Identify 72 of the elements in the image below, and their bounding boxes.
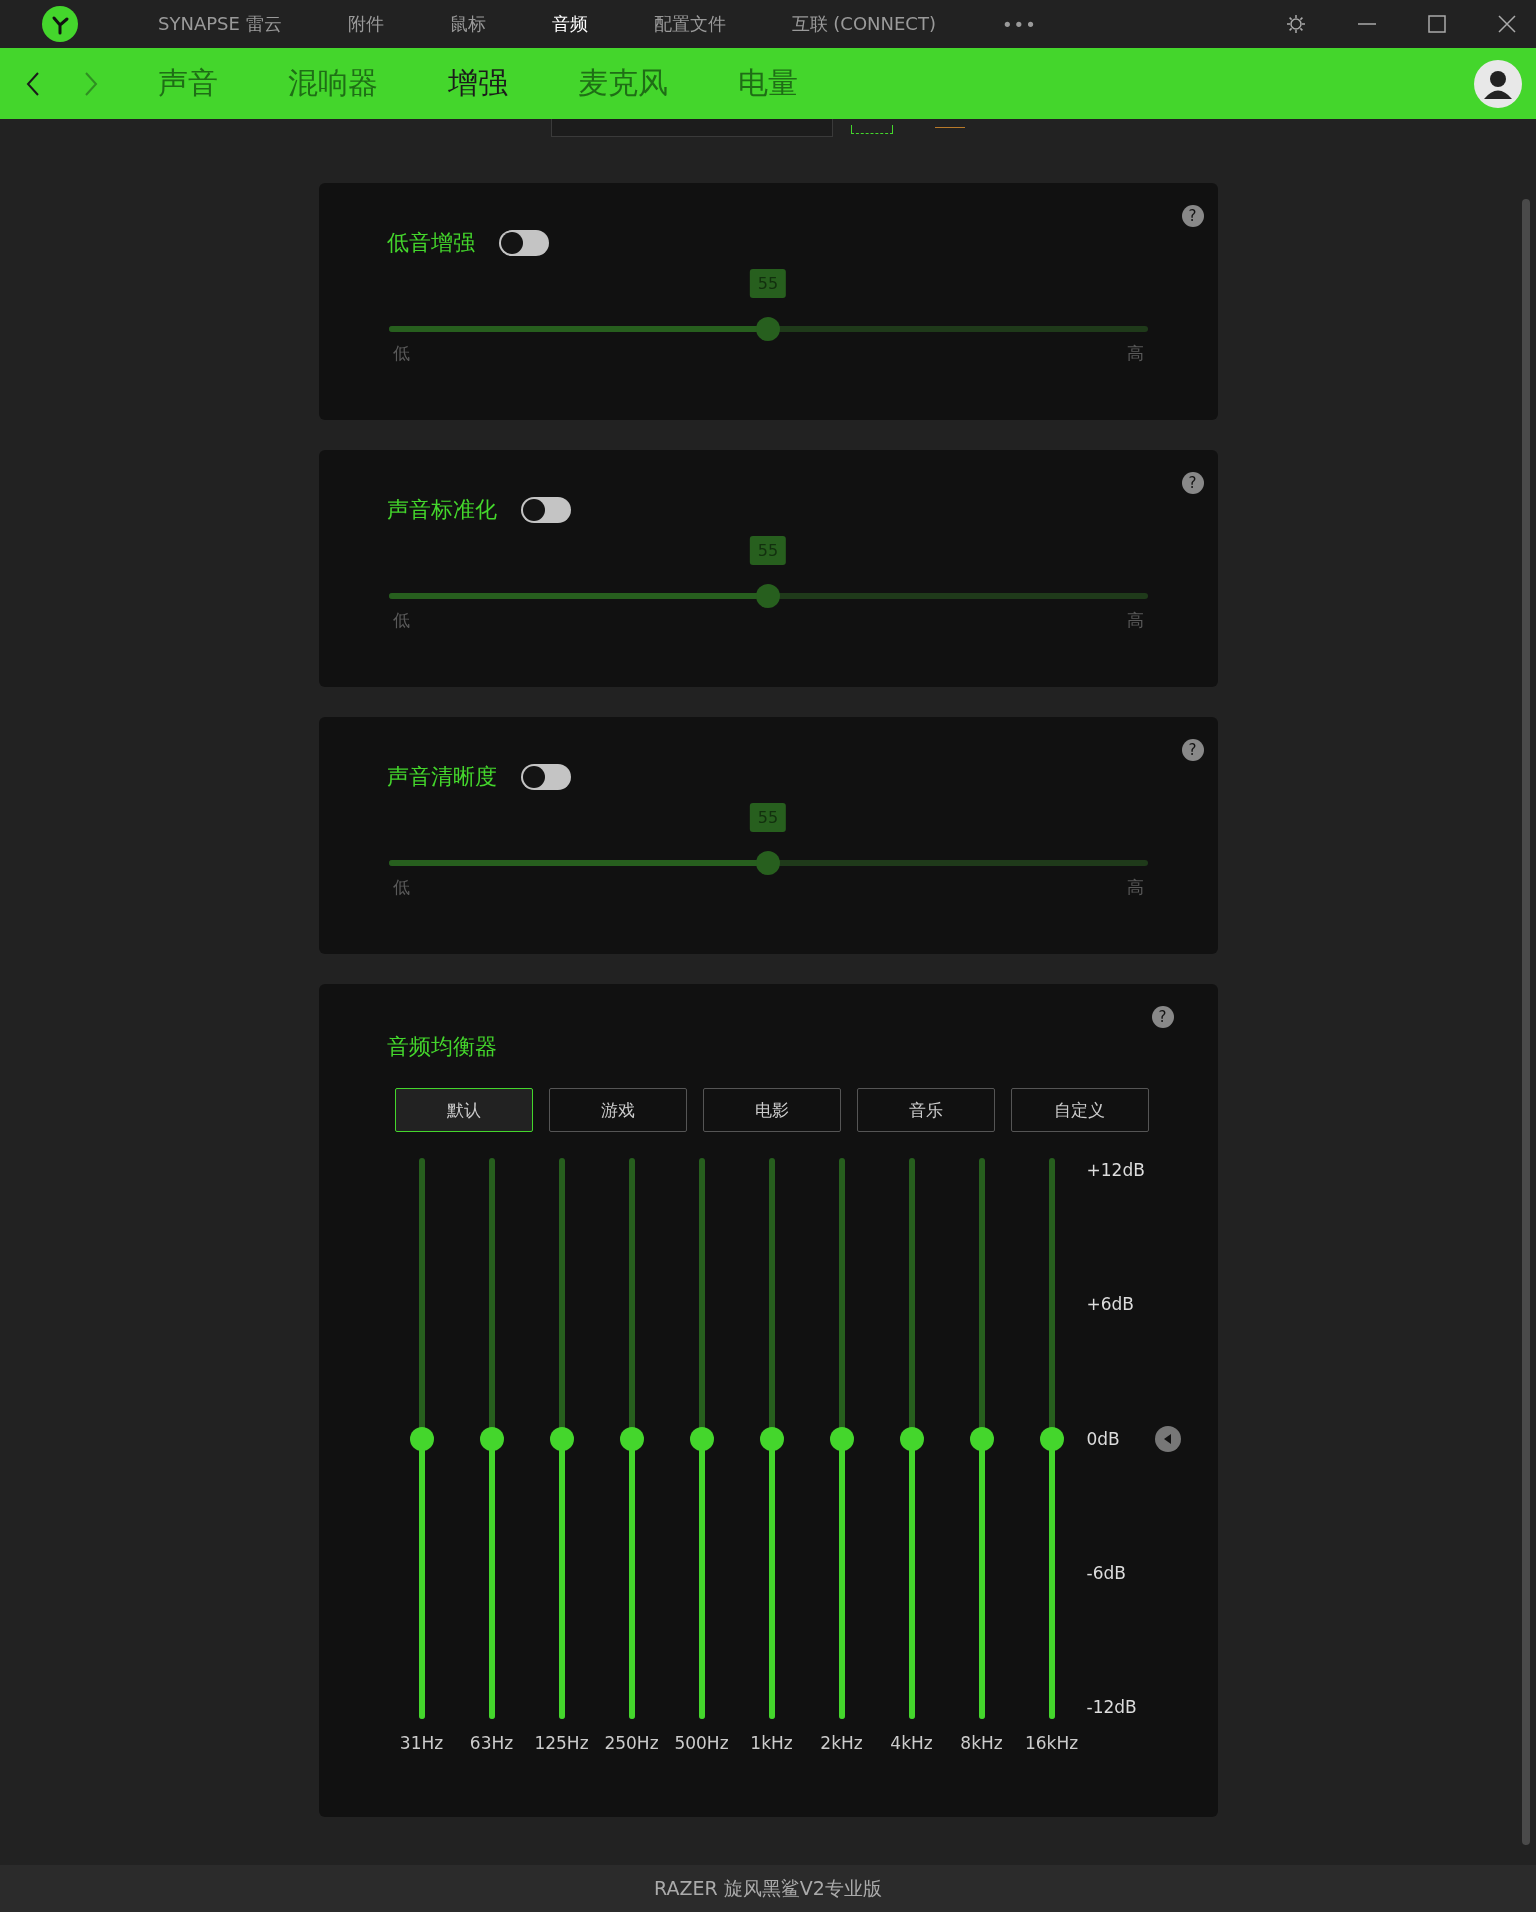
more-menu[interactable]: ••• xyxy=(1001,13,1037,35)
preset-button[interactable]: 游戏 xyxy=(548,1088,687,1132)
band-slider-thumb[interactable] xyxy=(899,1426,924,1451)
high-label: 高 xyxy=(1126,342,1144,365)
frequency-label: 2kHz xyxy=(820,1733,863,1753)
low-label: 低 xyxy=(392,609,410,632)
menu-item[interactable]: SYNAPSE 雷云 xyxy=(158,12,282,36)
scrollbar[interactable] xyxy=(1522,199,1530,1845)
setting-title: 声音标准化 xyxy=(386,496,497,524)
nav-tab[interactable]: 增强 xyxy=(448,63,508,104)
maximize-icon[interactable] xyxy=(1428,15,1446,33)
nav-tab[interactable]: 混响器 xyxy=(288,63,378,104)
help-icon[interactable]: ? xyxy=(1181,205,1204,227)
preset-button[interactable]: 音乐 xyxy=(856,1088,995,1132)
band-slider-thumb[interactable] xyxy=(759,1426,784,1451)
band-slider-thumb[interactable] xyxy=(1039,1426,1064,1451)
toggle-switch[interactable] xyxy=(520,497,571,523)
db-label: -6dB xyxy=(1086,1562,1127,1583)
brightness-icon[interactable] xyxy=(1286,14,1306,34)
underline-mark xyxy=(935,127,965,128)
slider-thumb[interactable] xyxy=(756,584,780,608)
logo-icon xyxy=(42,6,78,42)
band-slider-thumb[interactable] xyxy=(829,1426,854,1451)
preset-button[interactable]: 自定义 xyxy=(1010,1088,1149,1132)
nav-tab[interactable]: 声音 xyxy=(158,63,218,104)
high-label: 高 xyxy=(1126,876,1144,899)
help-icon[interactable]: ? xyxy=(1181,472,1204,494)
slider-thumb[interactable] xyxy=(756,851,780,875)
frequency-label: 125Hz xyxy=(534,1733,589,1753)
nav-tab[interactable]: 麦克风 xyxy=(578,63,668,104)
menu-item[interactable]: 鼠标 xyxy=(449,12,486,36)
band-slider-thumb[interactable] xyxy=(479,1426,504,1451)
menu-item[interactable]: 配置文件 xyxy=(653,12,726,36)
preset-button[interactable]: 默认 xyxy=(394,1088,533,1132)
menu-item[interactable]: 互联 (CONNECT) xyxy=(791,12,936,36)
frequency-label: 16kHz xyxy=(1024,1733,1079,1753)
low-label: 低 xyxy=(392,342,410,365)
low-label: 低 xyxy=(392,876,410,899)
slider-thumb[interactable] xyxy=(756,317,780,341)
menu-item[interactable]: 附件 xyxy=(347,12,384,36)
frequency-label: 500Hz xyxy=(674,1733,729,1753)
db-label: +6dB xyxy=(1086,1294,1135,1315)
close-icon[interactable] xyxy=(1498,15,1516,33)
frequency-label: 31Hz xyxy=(399,1733,444,1753)
help-icon[interactable]: ? xyxy=(1181,739,1204,761)
frequency-label: 63Hz xyxy=(469,1733,514,1753)
db-label: 0dB xyxy=(1086,1428,1121,1449)
band-slider-thumb[interactable] xyxy=(689,1426,714,1451)
frequency-label: 1kHz xyxy=(750,1733,793,1753)
equalizer-title: 音频均衡器 xyxy=(386,1033,498,1061)
avatar-icon[interactable] xyxy=(1474,59,1522,108)
setting-title: 低音增强 xyxy=(386,229,475,257)
band-slider-thumb[interactable] xyxy=(409,1426,434,1451)
band-slider-thumb[interactable] xyxy=(969,1426,994,1451)
high-label: 高 xyxy=(1126,609,1144,632)
device-name: RAZER 旋风黑鲨V2专业版 xyxy=(654,1875,882,1901)
nav-tab[interactable]: 电量 xyxy=(738,63,798,104)
frequency-label: 4kHz xyxy=(890,1733,933,1753)
band-slider-thumb[interactable] xyxy=(619,1426,644,1451)
preset-button[interactable]: 电影 xyxy=(702,1088,841,1132)
menu-item[interactable]: 音频 xyxy=(551,12,588,36)
toggle-switch[interactable] xyxy=(520,764,571,790)
db-label: -12dB xyxy=(1086,1697,1138,1717)
frequency-label: 250Hz xyxy=(604,1733,659,1753)
dotted-underline xyxy=(851,125,893,134)
back-icon[interactable] xyxy=(26,70,40,97)
band-slider-thumb[interactable] xyxy=(549,1426,574,1451)
toggle-switch[interactable] xyxy=(498,230,549,256)
setting-title: 声音清晰度 xyxy=(386,763,497,791)
help-icon[interactable]: ? xyxy=(1151,1006,1174,1028)
frequency-label: 8kHz xyxy=(960,1733,1003,1753)
db-label: +12dB xyxy=(1086,1160,1146,1180)
